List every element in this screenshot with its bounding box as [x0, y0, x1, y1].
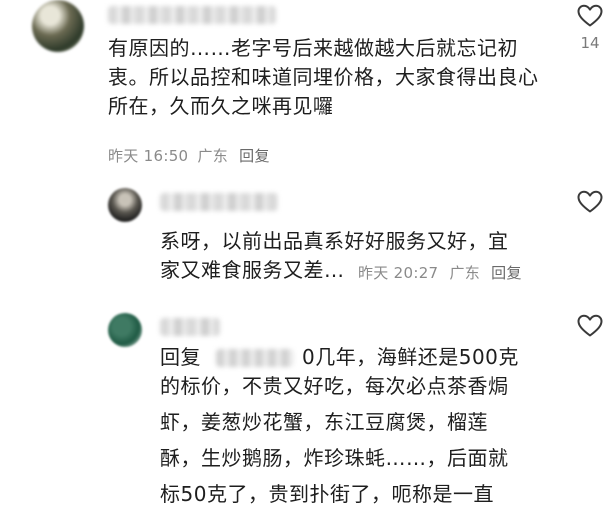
comment-text: 有原因的……老字号后来越做越大后就忘记初衷。所以品控和味道同埋价格，大家食得出良… [108, 36, 539, 118]
like-button[interactable]: 14 [570, 4, 610, 52]
comment-location: 广东 [449, 264, 481, 282]
mentioned-username-blurred[interactable] [216, 349, 294, 367]
avatar[interactable] [108, 188, 142, 222]
comment-meta: 昨天 20:27 广东 回复 [358, 262, 528, 283]
avatar[interactable] [32, 0, 84, 52]
comment-meta: 昨天 16:50 广东 回复 [108, 145, 270, 166]
comment-text: 标50克了，贵到扑街了，呃称是一直 [160, 482, 494, 506]
comment-text: 的标价，不贵又好吃，每次必点茶香焗 [160, 374, 509, 398]
like-button[interactable] [570, 314, 610, 338]
avatar[interactable] [108, 313, 142, 347]
comment-location: 广东 [197, 147, 229, 165]
reply-button[interactable]: 回复 [239, 147, 270, 165]
comment-text: 虾，姜葱炒花蟹，东江豆腐煲，榴莲 [160, 410, 488, 434]
comment-time: 昨天 16:50 [108, 147, 189, 165]
comment-text: 酥，生炒鹅肠，炸珍珠蚝……，后面就 [160, 446, 509, 470]
heart-outline-icon [577, 190, 603, 213]
username-blurred[interactable] [108, 6, 276, 24]
username-blurred[interactable] [160, 193, 278, 211]
like-button[interactable] [570, 190, 610, 214]
reply-button[interactable]: 回复 [491, 264, 522, 282]
like-count: 14 [580, 34, 600, 52]
heart-outline-icon [577, 4, 603, 27]
comment-time: 昨天 20:27 [358, 264, 439, 282]
comment-text: 家又难食服务又差… [160, 258, 345, 282]
comment-text: 系呀，以前出品真系好好服务又好，宜 [160, 229, 509, 253]
username-blurred[interactable] [160, 318, 220, 336]
heart-outline-icon [577, 314, 603, 337]
comment-text: 0几年，海鲜还是500克 [302, 345, 519, 369]
reply-prefix: 回复 [160, 345, 201, 369]
